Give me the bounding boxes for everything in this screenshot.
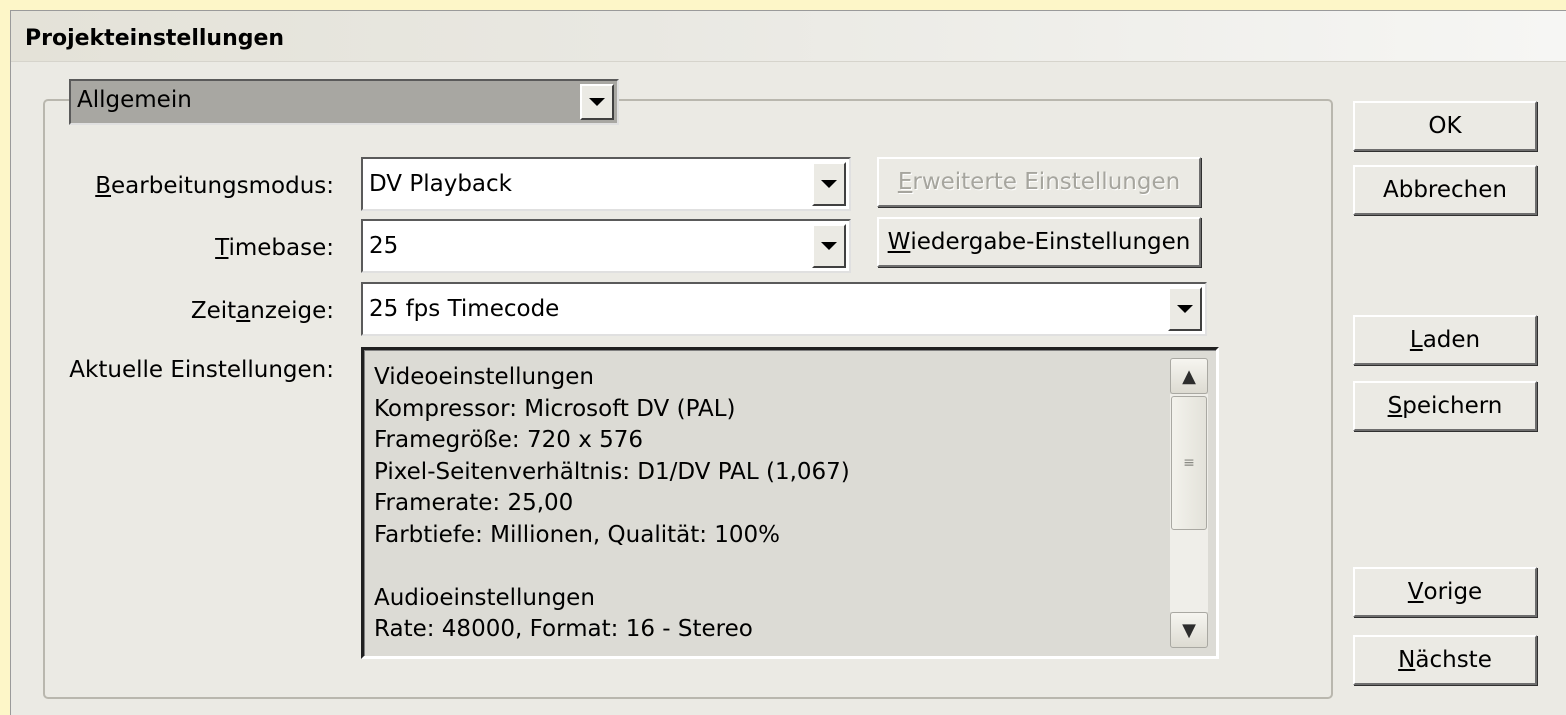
next-button[interactable]: Nächste xyxy=(1353,635,1537,685)
edit-mode-label: Bearbeitungsmodus: xyxy=(95,173,334,199)
dialog-title: Projekteinstellungen xyxy=(25,26,285,51)
cancel-button[interactable]: Abbrechen xyxy=(1353,165,1537,215)
chevron-down-icon xyxy=(1177,305,1193,313)
settings-line: Framerate: 25,00 xyxy=(374,490,574,516)
ok-button[interactable]: OK xyxy=(1353,101,1537,151)
timebase-value: 25 xyxy=(369,233,399,259)
chevron-down-icon xyxy=(589,98,605,106)
current-settings-label: Aktuelle Einstellungen: xyxy=(69,357,334,383)
chevron-down-icon xyxy=(821,180,837,188)
settings-line: Framegröße: 720 x 576 xyxy=(374,427,644,453)
previous-button[interactable]: Vorige xyxy=(1353,567,1537,617)
current-settings-text: Videoeinstellungen Kompressor: Microsoft … xyxy=(374,362,1166,646)
settings-line: Audioeinstellungen xyxy=(374,584,595,611)
scrollbar-track[interactable]: ≡ xyxy=(1170,394,1208,612)
time-display-select[interactable]: 25 fps Timecode xyxy=(361,282,1207,336)
time-display-dropdown-button[interactable] xyxy=(1168,287,1202,331)
chevron-down-icon xyxy=(821,242,837,250)
advanced-settings-button[interactable]: Erweiterte Einstellungen xyxy=(877,157,1201,207)
load-button[interactable]: Laden xyxy=(1353,315,1537,365)
edit-mode-dropdown-button[interactable] xyxy=(812,162,846,206)
timebase-label: Timebase: xyxy=(215,235,334,261)
scrollbar-thumb[interactable]: ≡ xyxy=(1171,396,1207,530)
category-select-value: Allgemein xyxy=(77,87,192,113)
time-display-value: 25 fps Timecode xyxy=(369,296,560,322)
scroll-up-icon[interactable]: ▲ xyxy=(1170,358,1208,394)
settings-line: Farbtiefe: Millionen, Qualität: 100% xyxy=(374,521,781,548)
category-dropdown-button[interactable] xyxy=(580,84,614,120)
save-button[interactable]: Speichern xyxy=(1353,381,1537,431)
edit-mode-select[interactable]: DV Playback xyxy=(361,157,851,211)
vertical-scrollbar[interactable]: ▲ ≡ ▼ xyxy=(1170,358,1210,648)
category-select[interactable]: Allgemein xyxy=(69,79,619,125)
scroll-down-icon[interactable]: ▼ xyxy=(1170,612,1208,648)
timebase-dropdown-button[interactable] xyxy=(812,224,846,268)
settings-line: Rate: 48000, Format: 16 - Stereo xyxy=(374,616,753,642)
settings-line: Kompressor: Microsoft DV (PAL) xyxy=(374,395,736,422)
playback-settings-button[interactable]: Wiedergabe-Einstellungen xyxy=(877,217,1201,267)
time-display-label: Zeitanzeige: xyxy=(190,298,334,324)
edit-mode-value: DV Playback xyxy=(369,171,512,197)
settings-line: Videoeinstellungen xyxy=(374,364,594,390)
settings-line xyxy=(374,551,1166,583)
settings-line: Pixel-Seitenverhältnis: D1/DV PAL (1,067… xyxy=(374,458,850,485)
project-settings-dialog: Projekteinstellungen Allgemein Bearbeitu… xyxy=(10,10,1566,715)
current-settings-textbox[interactable]: Videoeinstellungen Kompressor: Microsoft … xyxy=(361,347,1219,659)
timebase-select[interactable]: 25 xyxy=(361,219,851,273)
title-bar[interactable]: Projekteinstellungen xyxy=(11,11,1566,62)
